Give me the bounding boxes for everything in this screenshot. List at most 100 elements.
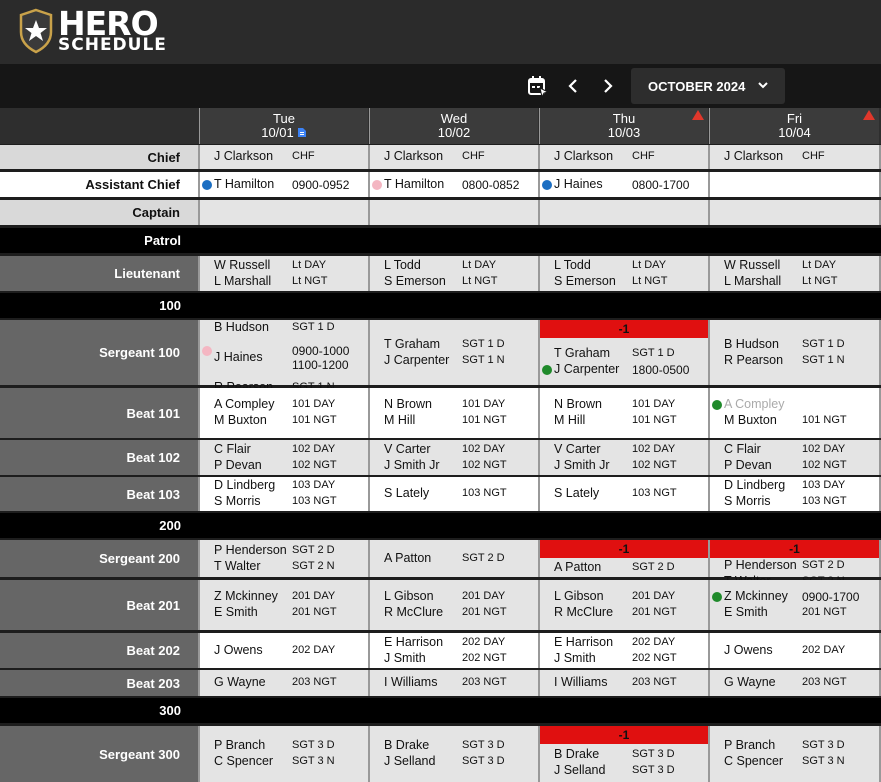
officer-name[interactable]: V Carter (384, 442, 431, 456)
officer-name[interactable]: R Pearson (724, 353, 783, 367)
officer-name[interactable]: D Lindberg (214, 478, 275, 492)
shift-entry[interactable]: L Todd Lt DAY (384, 258, 534, 274)
schedule-cell[interactable] (369, 200, 538, 225)
schedule-cell[interactable]: N Brown 101 DAY M Hill 101 NGT (369, 388, 538, 438)
officer-name[interactable]: Z Mckinney (214, 589, 278, 603)
schedule-cell[interactable]: A Patton SGT 2 D (369, 540, 538, 577)
officer-name[interactable]: S Lately (554, 486, 599, 500)
officer-name[interactable]: L Marshall (214, 274, 271, 288)
schedule-cell[interactable]: J Owens 202 DAY (199, 633, 368, 668)
shift-entry[interactable]: P Branch SGT 3 D (724, 738, 875, 754)
officer-name[interactable]: J Smith Jr (554, 458, 610, 472)
shift-entry[interactable]: D Lindberg 103 DAY (214, 478, 364, 494)
officer-name[interactable]: C Spencer (724, 754, 783, 768)
officer-name[interactable]: L Todd (554, 258, 591, 272)
schedule-cell[interactable]: E Harrison 202 DAY J Smith 202 NGT (369, 633, 538, 668)
shift-entry[interactable]: T Hamilton 0900-0952 (202, 177, 364, 193)
previous-week-icon[interactable] (563, 74, 583, 98)
officer-name[interactable]: J Carpenter (554, 362, 619, 376)
officer-name[interactable]: S Lately (384, 486, 429, 500)
schedule-cell[interactable]: D Lindberg 103 DAY S Morris 103 NGT (199, 477, 368, 511)
officer-name[interactable]: T Hamilton (214, 177, 274, 191)
schedule-cell[interactable] (709, 200, 879, 225)
shift-entry[interactable]: S Morris 103 NGT (214, 494, 364, 510)
officer-name[interactable]: G Wayne (214, 675, 266, 689)
shift-entry[interactable]: R McClure 201 NGT (384, 605, 534, 621)
officer-name[interactable]: J Owens (724, 643, 773, 657)
officer-name[interactable]: A Compley (724, 397, 784, 411)
shift-entry[interactable]: R Pearson SGT 1 N (724, 353, 875, 369)
schedule-cell[interactable]: P Branch SGT 3 D C Spencer SGT 3 N (199, 726, 368, 782)
schedule-cell[interactable]: A Compley 101 DAY M Buxton 101 NGT (199, 388, 368, 438)
schedule-cell[interactable]: I Williams 203 NGT (369, 670, 538, 696)
shift-entry[interactable]: L Todd Lt DAY (554, 258, 704, 274)
officer-name[interactable]: S Emerson (384, 274, 446, 288)
officer-name[interactable]: E Smith (724, 605, 768, 619)
schedule-cell[interactable] (539, 200, 708, 225)
schedule-cell[interactable]: Z Mckinney 0900-1700 E Smith 201 NGT (709, 580, 879, 630)
shift-entry[interactable]: I Williams 203 NGT (554, 675, 704, 691)
shift-entry[interactable]: C Flair 102 DAY (214, 442, 364, 458)
shift-entry[interactable]: W Russell Lt DAY (724, 258, 875, 274)
officer-name[interactable]: M Hill (554, 413, 585, 427)
officer-name[interactable]: V Carter (554, 442, 601, 456)
schedule-cell[interactable]: G Wayne 203 NGT (199, 670, 368, 696)
shift-entry[interactable]: J Selland SGT 3 D (384, 754, 534, 770)
schedule-cell[interactable]: G Wayne 203 NGT (709, 670, 879, 696)
schedule-cell[interactable]: A Compley M Buxton 101 NGT (709, 388, 879, 438)
officer-name[interactable]: E Smith (214, 605, 258, 619)
officer-name[interactable]: R McClure (554, 605, 613, 619)
officer-name[interactable]: J Clarkson (554, 149, 613, 163)
schedule-cell[interactable]: B Hudson SGT 1 D R Pearson SGT 1 N (709, 320, 879, 385)
shift-entry[interactable]: T Walter SGT 2 N (214, 559, 364, 575)
shift-entry[interactable]: P Henderson SGT 2 D (724, 558, 875, 574)
shift-entry[interactable]: L Marshall Lt NGT (724, 274, 875, 290)
officer-name[interactable]: B Drake (384, 738, 429, 752)
shift-entry[interactable]: J Haines 0900-1000 1100-1200 (202, 343, 364, 372)
shift-entry[interactable]: J Carpenter 1800-0500 (542, 362, 704, 378)
officer-name[interactable]: J Haines (214, 350, 263, 364)
schedule-cell[interactable]: I Williams 203 NGT (539, 670, 708, 696)
schedule-cell[interactable]: -1 T Graham SGT 1 D J Carpenter 1800-0500 (539, 320, 708, 385)
shift-entry[interactable]: S Lately 103 NGT (554, 486, 704, 502)
shift-entry[interactable]: M Buxton 101 NGT (214, 413, 364, 429)
shift-entry[interactable]: P Devan 102 NGT (724, 458, 875, 474)
officer-name[interactable]: M Hill (384, 413, 415, 427)
officer-name[interactable]: M Buxton (214, 413, 267, 427)
shift-entry[interactable]: A Compley 101 DAY (214, 397, 364, 413)
officer-name[interactable]: N Brown (384, 397, 432, 411)
shift-entry[interactable]: B Hudson SGT 1 D (724, 337, 875, 353)
alert-icon[interactable] (863, 110, 875, 120)
shift-entry[interactable]: C Spencer SGT 3 N (214, 754, 364, 770)
shift-entry[interactable]: A Compley (712, 397, 875, 413)
shift-entry[interactable]: P Henderson SGT 2 D (214, 543, 364, 559)
shift-entry[interactable]: C Spencer SGT 3 N (724, 754, 875, 770)
officer-name[interactable]: C Flair (214, 442, 251, 456)
schedule-cell[interactable]: -1 A Patton SGT 2 D (539, 540, 708, 577)
shift-entry[interactable]: J Smith Jr 102 NGT (384, 458, 534, 474)
shift-entry[interactable]: M Hill 101 NGT (554, 413, 704, 429)
month-select[interactable]: OCTOBER 2024 (631, 68, 785, 104)
officer-name[interactable]: L Todd (384, 258, 421, 272)
shift-entry[interactable]: J Clarkson CHF (214, 149, 364, 165)
shift-entry[interactable]: B Drake SGT 3 D (384, 738, 534, 754)
shift-entry[interactable]: P Devan 102 NGT (214, 458, 364, 474)
officer-name[interactable]: J Selland (554, 763, 605, 777)
schedule-cell[interactable]: L Todd Lt DAY S Emerson Lt NGT (539, 256, 708, 291)
officer-name[interactable]: E Harrison (554, 635, 613, 649)
shift-entry[interactable]: W Russell Lt DAY (214, 258, 364, 274)
day-header[interactable]: Fri 10/04 (709, 108, 879, 144)
shift-entry[interactable]: A Patton SGT 2 D (554, 560, 704, 576)
schedule-cell[interactable]: Z Mckinney 201 DAY E Smith 201 NGT (199, 580, 368, 630)
officer-name[interactable]: J Clarkson (724, 149, 783, 163)
shift-entry[interactable]: B Hudson SGT 1 D (214, 320, 364, 336)
shift-entry[interactable]: D Lindberg 103 DAY (724, 478, 875, 494)
officer-name[interactable]: W Russell (214, 258, 270, 272)
shift-entry[interactable]: J Smith 202 NGT (554, 651, 704, 667)
shift-entry[interactable]: I Williams 203 NGT (384, 675, 534, 691)
officer-name[interactable]: L Gibson (384, 589, 434, 603)
schedule-cell[interactable]: B Drake SGT 3 D J Selland SGT 3 D (369, 726, 538, 782)
schedule-cell[interactable]: L Gibson 201 DAY R McClure 201 NGT (539, 580, 708, 630)
shift-entry[interactable]: S Lately 103 NGT (384, 486, 534, 502)
officer-name[interactable]: L Marshall (724, 274, 781, 288)
